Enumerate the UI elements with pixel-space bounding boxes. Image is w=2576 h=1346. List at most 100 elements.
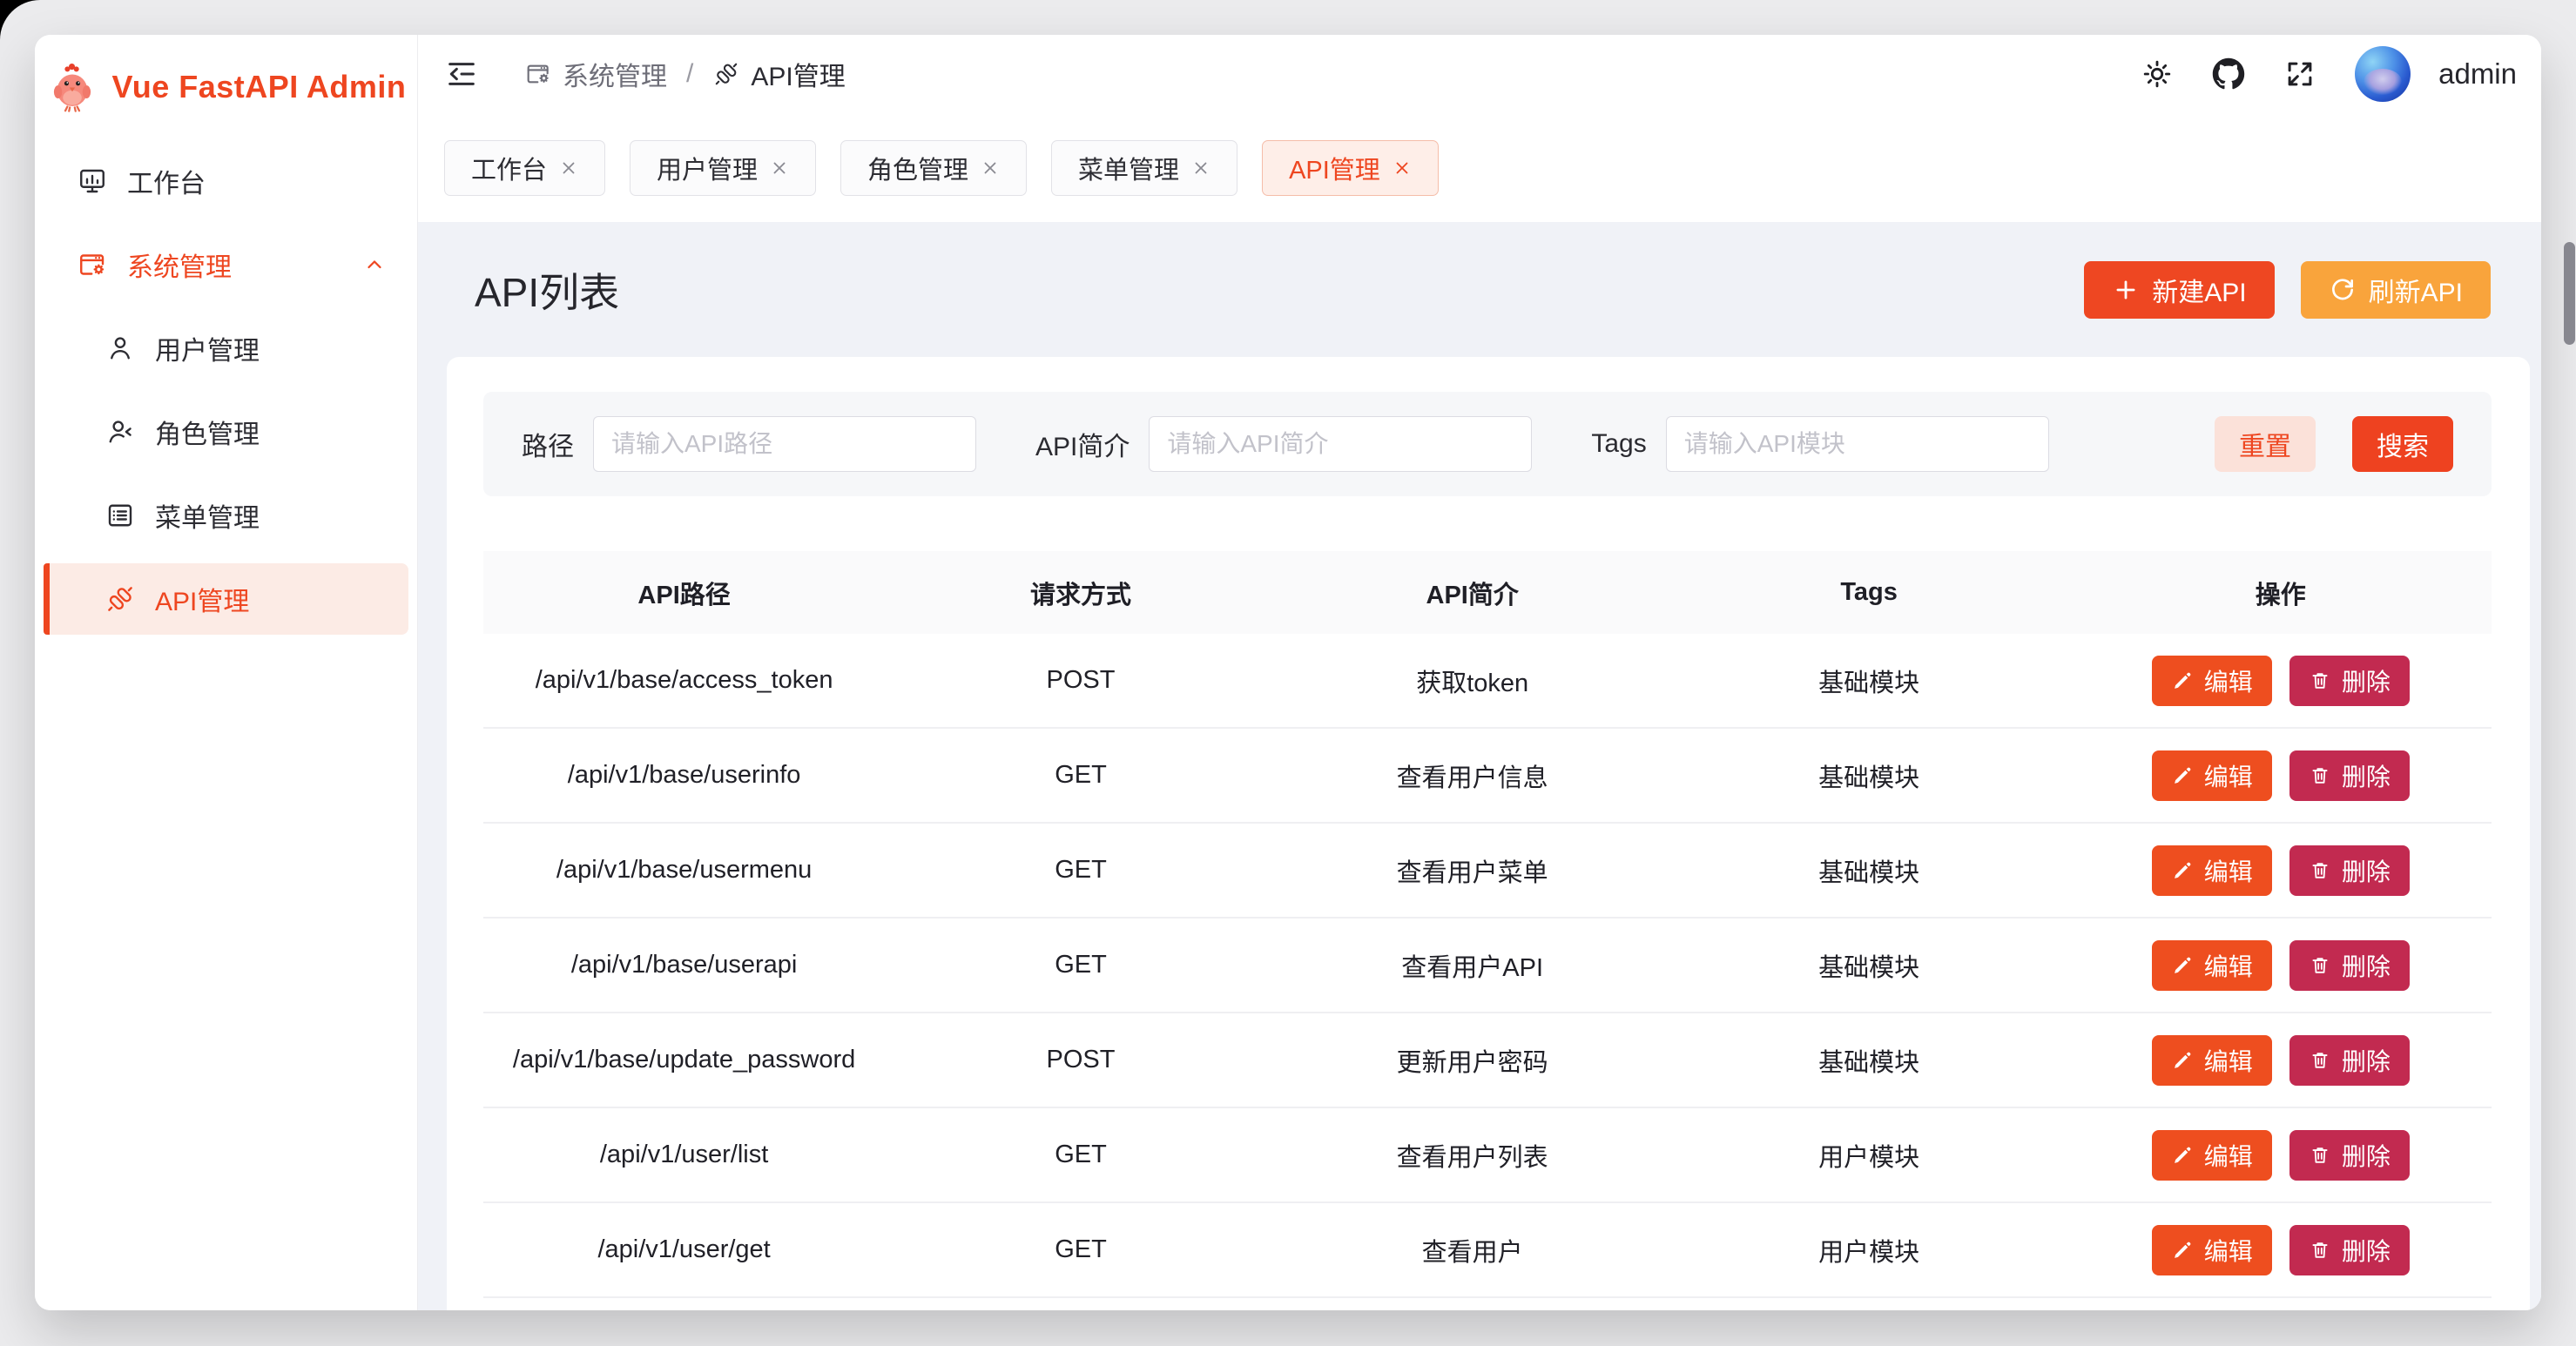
summary-filter-input[interactable] [1149,416,1532,472]
edit-button[interactable]: 编辑 [2152,940,2272,991]
cell-summary: 查看用户列表 [1277,1137,1669,1174]
fullscreen-expand-icon [2283,57,2316,91]
create-api-label: 新建API [2152,271,2246,309]
summary-filter-label: API简介 [1035,425,1130,463]
column-header-tags: Tags [1669,578,2070,607]
delete-button[interactable]: 删除 [2289,656,2410,706]
edit-button[interactable]: 编辑 [2152,845,2272,896]
table-body: /api/v1/base/access_tokenPOST获取token基础模块… [483,634,2492,1298]
fullscreen-button[interactable] [2283,57,2316,91]
delete-label: 删除 [2342,853,2391,888]
pencil-icon [2171,764,2194,787]
delete-button[interactable]: 删除 [2289,940,2410,991]
cell-actions: 编辑 删除 [2070,1130,2492,1181]
page-header-buttons: 新建API 刷新API [2084,261,2491,319]
edit-label: 编辑 [2204,948,2253,983]
filter-bar: 路径 API简介 Tags 重置 搜索 [483,392,2492,496]
delete-label: 删除 [2342,758,2391,793]
table-row: /api/v1/base/userinfoGET查看用户信息基础模块编辑删除 [483,729,2492,824]
github-link-button[interactable] [2212,57,2245,91]
create-api-button[interactable]: 新建API [2084,261,2274,319]
tab-0[interactable]: 工作台 [444,140,605,196]
page-title: API列表 [475,261,619,319]
trash-icon [2309,1049,2331,1072]
cell-actions: 编辑 删除 [2070,940,2492,991]
tab-3[interactable]: 菜单管理 [1051,140,1237,196]
trash-icon [2309,764,2331,787]
column-header-path: API路径 [483,575,885,611]
refresh-api-button[interactable]: 刷新API [2301,261,2491,319]
app-logo[interactable]: Vue FastAPI Admin [35,35,417,139]
trash-icon [2309,954,2331,977]
top-header: 系统管理 / API管理 [418,35,2541,113]
theme-toggle-button[interactable] [2141,57,2174,91]
breadcrumb-label: API管理 [751,55,845,93]
delete-button[interactable]: 删除 [2289,1225,2410,1275]
sidebar-item-system[interactable]: 系统管理 [44,229,408,300]
close-icon[interactable] [559,158,578,178]
delete-button[interactable]: 删除 [2289,845,2410,896]
pencil-icon [2171,670,2194,692]
cell-actions: 编辑 删除 [2070,750,2492,801]
edit-label: 编辑 [2204,853,2253,888]
scrollbar-thumb[interactable] [2564,242,2575,345]
app-window: Vue FastAPI Admin 工作台 系统管理 [35,35,2541,1310]
table-row: /api/v1/user/getGET查看用户用户模块编辑删除 [483,1203,2492,1298]
cell-tags: 基础模块 [1669,852,2070,889]
tab-label: 菜单管理 [1078,150,1179,186]
tab-2[interactable]: 角色管理 [840,140,1027,196]
refresh-api-label: 刷新API [2369,271,2463,309]
username-label[interactable]: admin [2438,57,2517,91]
sidebar-collapse-button[interactable] [444,57,479,91]
sidebar-item-label: API管理 [155,580,249,618]
sidebar-item-label: 用户管理 [155,329,260,367]
chevron-up-icon [361,252,388,278]
cell-path: /api/v1/base/access_token [483,666,885,695]
github-icon [2212,57,2245,91]
path-filter-input[interactable] [593,416,976,472]
cell-summary: 更新用户密码 [1277,1042,1669,1079]
plus-icon [2112,276,2140,304]
tab-1[interactable]: 用户管理 [630,140,816,196]
sun-icon [2141,57,2174,91]
breadcrumb-item-api[interactable]: API管理 [712,55,845,93]
trash-icon [2309,1144,2331,1167]
edit-button[interactable]: 编辑 [2152,1035,2272,1086]
search-button[interactable]: 搜索 [2352,416,2453,472]
breadcrumb-item-system[interactable]: 系统管理 [524,55,667,93]
close-icon[interactable] [1393,158,1412,178]
cell-method: POST [885,666,1277,695]
tab-label: 角色管理 [867,150,968,186]
edit-button[interactable]: 编辑 [2152,1225,2272,1275]
cell-tags: 基础模块 [1669,947,2070,984]
reset-button[interactable]: 重置 [2215,416,2316,472]
trash-icon [2309,1239,2331,1262]
close-icon[interactable] [1191,158,1210,178]
edit-label: 编辑 [2204,1138,2253,1173]
tab-4-active[interactable]: API管理 [1262,140,1439,196]
sidebar-item-label: 系统管理 [127,246,232,284]
sidebar-item-workbench[interactable]: 工作台 [44,145,408,217]
sidebar-item-api[interactable]: API管理 [44,563,408,635]
cell-tags: 用户模块 [1669,1137,2070,1174]
edit-button[interactable]: 编辑 [2152,656,2272,706]
delete-button[interactable]: 删除 [2289,750,2410,801]
sidebar-menu: 工作台 系统管理 用户管理 [35,145,417,647]
close-icon[interactable] [981,158,1000,178]
delete-button[interactable]: 删除 [2289,1035,2410,1086]
edit-button[interactable]: 编辑 [2152,1130,2272,1181]
table-row: /api/v1/base/userapiGET查看用户API基础模块编辑删除 [483,919,2492,1013]
delete-button[interactable]: 删除 [2289,1130,2410,1181]
sidebar-item-roles[interactable]: 角色管理 [44,396,408,468]
cell-tags: 基础模块 [1669,663,2070,699]
sidebar-item-users[interactable]: 用户管理 [44,313,408,384]
user-avatar[interactable] [2355,46,2411,102]
sidebar-item-menus[interactable]: 菜单管理 [44,480,408,551]
table-row: /api/v1/base/access_tokenPOST获取token基础模块… [483,634,2492,729]
cell-path: /api/v1/base/update_password [483,1046,885,1074]
close-icon[interactable] [770,158,789,178]
cell-summary: 查看用户菜单 [1277,852,1669,889]
edit-button[interactable]: 编辑 [2152,750,2272,801]
tags-filter-input[interactable] [1666,416,2049,472]
api-table: API路径 请求方式 API简介 Tags 操作 /api/v1/base/ac… [483,551,2492,1298]
